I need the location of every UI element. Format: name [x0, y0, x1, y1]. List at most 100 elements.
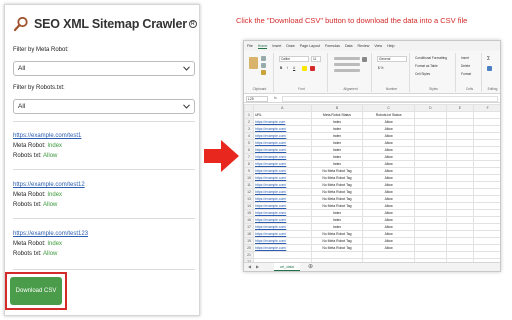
cell-meta-status[interactable]: No Meta Robot Tag: [310, 237, 364, 245]
row-number[interactable]: 10: [244, 174, 254, 182]
cell-url[interactable]: https://example.com/: [252, 167, 312, 175]
name-box[interactable]: L25: [246, 96, 268, 102]
menu-insert[interactable]: Insert: [272, 44, 281, 48]
empty-cell[interactable]: [445, 251, 475, 259]
cell-robots-status[interactable]: Allow: [362, 160, 415, 168]
number-format-select[interactable]: General: [377, 56, 407, 62]
empty-cell[interactable]: [445, 174, 475, 182]
empty-cell[interactable]: [445, 230, 475, 238]
cell-url[interactable]: https://example.com/: [252, 160, 312, 168]
empty-cell[interactable]: [473, 160, 500, 168]
menu-view[interactable]: View: [374, 44, 382, 48]
empty-cell[interactable]: [445, 153, 475, 161]
cell-meta-status[interactable]: Index: [310, 153, 364, 161]
cell-robots-status[interactable]: Allow: [362, 181, 415, 189]
row-number[interactable]: 16: [244, 216, 254, 224]
add-sheet-icon[interactable]: ⊕: [308, 263, 313, 271]
result-url-link[interactable]: https://example.com/test1: [13, 131, 81, 141]
italic-icon[interactable]: I: [287, 66, 288, 70]
empty-cell[interactable]: [445, 195, 475, 203]
cell-url[interactable]: https://example.com/: [252, 174, 312, 182]
row-number[interactable]: 14: [244, 202, 254, 210]
empty-cell[interactable]: [413, 216, 447, 224]
cell-styles-button[interactable]: Cell Styles: [415, 72, 430, 76]
empty-cell[interactable]: [445, 132, 475, 140]
row-number[interactable]: 19: [244, 237, 254, 245]
cell-url[interactable]: https://example.com/: [252, 146, 312, 154]
row-number[interactable]: 12: [244, 188, 254, 196]
empty-cell[interactable]: [445, 188, 475, 196]
row-number[interactable]: 5: [244, 139, 254, 147]
cell-robots-status[interactable]: Allow: [362, 237, 415, 245]
empty-cell[interactable]: [445, 181, 475, 189]
empty-cell[interactable]: [445, 223, 475, 231]
cell-meta-status[interactable]: No Meta Robot Tag: [310, 230, 364, 238]
cell-url[interactable]: https://example.com/: [252, 216, 312, 224]
empty-cell[interactable]: [445, 125, 475, 133]
font-size-select[interactable]: 11: [311, 56, 321, 62]
cell-robots-status[interactable]: Allow: [362, 230, 415, 238]
empty-cell[interactable]: [445, 202, 475, 210]
empty-cell[interactable]: [413, 188, 447, 196]
cell-meta-status[interactable]: No Meta Robot Tag: [310, 181, 364, 189]
row-number[interactable]: 4: [244, 132, 254, 140]
format-as-table-button[interactable]: Format as Table: [415, 64, 438, 68]
empty-cell[interactable]: [473, 244, 500, 252]
delete-cells-button[interactable]: Delete: [461, 64, 470, 68]
row-number[interactable]: 20: [244, 244, 254, 252]
row-number[interactable]: 18: [244, 230, 254, 238]
row-number[interactable]: 1: [244, 111, 254, 119]
empty-cell[interactable]: [413, 237, 447, 245]
empty-cell[interactable]: [310, 251, 364, 259]
cell-meta-status[interactable]: Index: [310, 132, 364, 140]
empty-cell[interactable]: [413, 167, 447, 175]
menu-draw[interactable]: Draw: [286, 44, 294, 48]
empty-cell[interactable]: [413, 111, 447, 119]
empty-cell[interactable]: [445, 244, 475, 252]
empty-cell[interactable]: [473, 230, 500, 238]
empty-cell[interactable]: [473, 139, 500, 147]
menu-formulas[interactable]: Formulas: [325, 44, 340, 48]
cell-robots-status[interactable]: Allow: [362, 146, 415, 154]
cell-meta-status[interactable]: Index: [310, 216, 364, 224]
cell-meta-status[interactable]: Index: [310, 125, 364, 133]
empty-cell[interactable]: [473, 167, 500, 175]
row-number[interactable]: 17: [244, 223, 254, 231]
spreadsheet-grid[interactable]: A B C D E F 1 URL Meta Robot Status Robots.…: [244, 104, 500, 262]
copy-icon[interactable]: [261, 63, 266, 68]
cut-icon[interactable]: [261, 56, 266, 61]
empty-cell[interactable]: [473, 188, 500, 196]
cell-meta-status[interactable]: Index: [310, 146, 364, 154]
empty-cell[interactable]: [445, 146, 475, 154]
empty-cell[interactable]: [252, 251, 312, 259]
cell-url[interactable]: https://example.com/: [252, 132, 312, 140]
cell-meta-status[interactable]: No Meta Robot Tag: [310, 188, 364, 196]
header-cell-meta[interactable]: Meta Robot Status: [310, 111, 364, 119]
cell-robots-status[interactable]: Allow: [362, 139, 415, 147]
font-color-icon[interactable]: [310, 66, 315, 71]
formula-input[interactable]: [282, 96, 498, 102]
cell-url[interactable]: https://example.com/: [252, 244, 312, 252]
column-header[interactable]: E: [445, 104, 475, 112]
select-all-corner[interactable]: [244, 104, 254, 112]
menu-review[interactable]: Review: [358, 44, 370, 48]
cell-robots-status[interactable]: Allow: [362, 167, 415, 175]
empty-cell[interactable]: [473, 237, 500, 245]
wrap-text-icon[interactable]: [362, 57, 367, 62]
cell-robots-status[interactable]: Allow: [362, 202, 415, 210]
filter-robots-select[interactable]: All: [13, 99, 195, 114]
empty-cell[interactable]: [445, 237, 475, 245]
sheet-tab-url-data[interactable]: url_data: [274, 263, 300, 271]
menu-file[interactable]: File: [247, 44, 253, 48]
cell-url[interactable]: https://example.com/: [252, 181, 312, 189]
empty-cell[interactable]: [473, 111, 500, 119]
menu-data[interactable]: Data: [345, 44, 353, 48]
empty-cell[interactable]: [413, 244, 447, 252]
empty-cell[interactable]: [413, 223, 447, 231]
menu-help[interactable]: Help: [387, 44, 394, 48]
row-number[interactable]: 6: [244, 146, 254, 154]
cell-robots-status[interactable]: Allow: [362, 244, 415, 252]
empty-cell[interactable]: [413, 181, 447, 189]
empty-cell[interactable]: [445, 118, 475, 126]
tab-next-icon[interactable]: ▶: [256, 264, 259, 269]
